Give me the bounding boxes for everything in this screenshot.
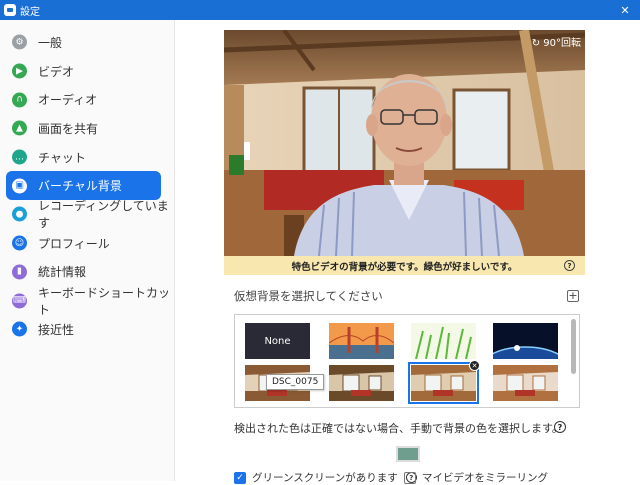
profile-icon: ☺ (12, 235, 27, 251)
none-label: None (264, 335, 291, 347)
sidebar-item[interactable]: ▮ 統計情報 (0, 258, 174, 287)
sidebar-item[interactable]: ▣ バーチャル背景 (6, 171, 161, 201)
virtual-background-icon: ▣ (12, 178, 27, 194)
green-screen-label: グリーンスクリーンがあります (252, 472, 398, 484)
sidebar-item-label: バーチャル背景 (38, 179, 122, 194)
sidebar-item[interactable]: ▲ 画面を共有 (0, 114, 174, 143)
green-screen-notice: 特色ビデオの背景が必要です。緑色が好ましいです。 ? (224, 256, 585, 275)
keyboard-icon: ⌨ (12, 293, 27, 309)
main-panel: ↻ 90°回転 特色ビデオの背景が必要です。緑色が好ましいです。 ? 仮想背景を… (176, 20, 640, 484)
green-screen-option[interactable]: ✓ グリーンスクリーンがあります ? (234, 470, 417, 485)
sidebar-item-label: オーディオ (38, 93, 98, 108)
background-thumbnail[interactable] (329, 365, 394, 401)
rotate-icon: ↻ (531, 38, 541, 49)
mirror-option[interactable]: マイビデオをミラーリング (404, 470, 548, 485)
sidebar-item-label: ビデオ (38, 64, 75, 79)
remove-background-icon[interactable]: ✕ (469, 360, 480, 371)
sidebar-item[interactable]: … チャット (0, 143, 174, 172)
video-preview: ↻ 90°回転 (224, 30, 585, 256)
sidebar-item-label: 接近性 (38, 322, 75, 337)
sidebar-item-label: 画面を共有 (38, 121, 99, 136)
rotate-button[interactable]: ↻ 90°回転 (532, 34, 581, 49)
background-color-swatch[interactable] (396, 446, 420, 462)
sidebar-item-label: チャット (38, 150, 86, 165)
sidebar-item[interactable]: ▶ ビデオ (0, 57, 174, 86)
background-thumbnail[interactable] (493, 365, 558, 401)
sidebar-item-label: キーボードショートカット (38, 285, 171, 317)
sidebar-item[interactable]: ⌨ キーボードショートカット (0, 285, 174, 317)
headphones-icon: ∩ (12, 92, 27, 108)
virtual-background-title: 仮想背景を選択してください (234, 289, 383, 303)
scrollbar[interactable] (571, 319, 576, 374)
background-thumbnail[interactable] (493, 323, 558, 359)
background-thumbnail[interactable] (411, 323, 476, 359)
sidebar-item-label: 統計情報 (38, 265, 87, 280)
rotate-label: 90°回転 (543, 38, 581, 49)
background-thumbnail[interactable]: None (245, 323, 310, 359)
add-background-button[interactable]: + (567, 290, 579, 302)
thumbnail-tooltip: DSC_0075 (266, 374, 325, 390)
background-thumbnail[interactable] (408, 362, 479, 404)
window-title: 設定 (20, 6, 40, 18)
sidebar-item-label: レコーディングしています (38, 199, 169, 231)
mirror-checkbox[interactable] (404, 471, 416, 484)
mirror-label: マイビデオをミラーリング (422, 472, 548, 484)
close-button[interactable]: ✕ (610, 0, 640, 20)
notice-text: 特色ビデオの背景が必要です。緑色が好ましいです。 (291, 261, 518, 273)
gear-icon: ⚙ (12, 34, 27, 50)
record-icon: ● (12, 206, 27, 222)
help-icon[interactable]: ? (564, 260, 575, 271)
help-icon[interactable]: ? (554, 421, 566, 433)
video-icon: ▶ (12, 63, 27, 79)
sidebar: ⚙ 一般 ▶ ビデオ ∩ オーディオ ▲ 画面を共有 … チャット ▣ バーチャル背景 ● レコーディング… (0, 20, 175, 481)
sidebar-item[interactable]: ● レコーディングしています (0, 199, 174, 231)
zoom-app-icon (4, 4, 16, 16)
title-bar: 設定 ✕ (0, 0, 640, 20)
background-thumbnail[interactable] (329, 323, 394, 359)
chat-icon: … (12, 149, 27, 165)
green-screen-checkbox[interactable]: ✓ (234, 471, 246, 484)
stats-icon: ▮ (12, 264, 27, 280)
sidebar-item[interactable]: ∩ オーディオ (0, 85, 174, 114)
detect-color-text: 検出された色は正確ではない場合、手動で背景の色を選択します。 (234, 422, 563, 435)
sidebar-item-label: プロフィール (38, 236, 110, 251)
share-screen-icon: ▲ (12, 120, 27, 136)
background-grid: None ✕ (234, 314, 580, 408)
preview-image (224, 30, 585, 256)
accessibility-icon: ✦ (12, 321, 27, 337)
sidebar-item-label: 一般 (38, 35, 63, 50)
sidebar-item[interactable]: ☺ プロフィール (0, 229, 174, 258)
sidebar-item[interactable]: ⚙ 一般 (0, 28, 174, 57)
sidebar-item[interactable]: ✦ 接近性 (0, 315, 174, 344)
